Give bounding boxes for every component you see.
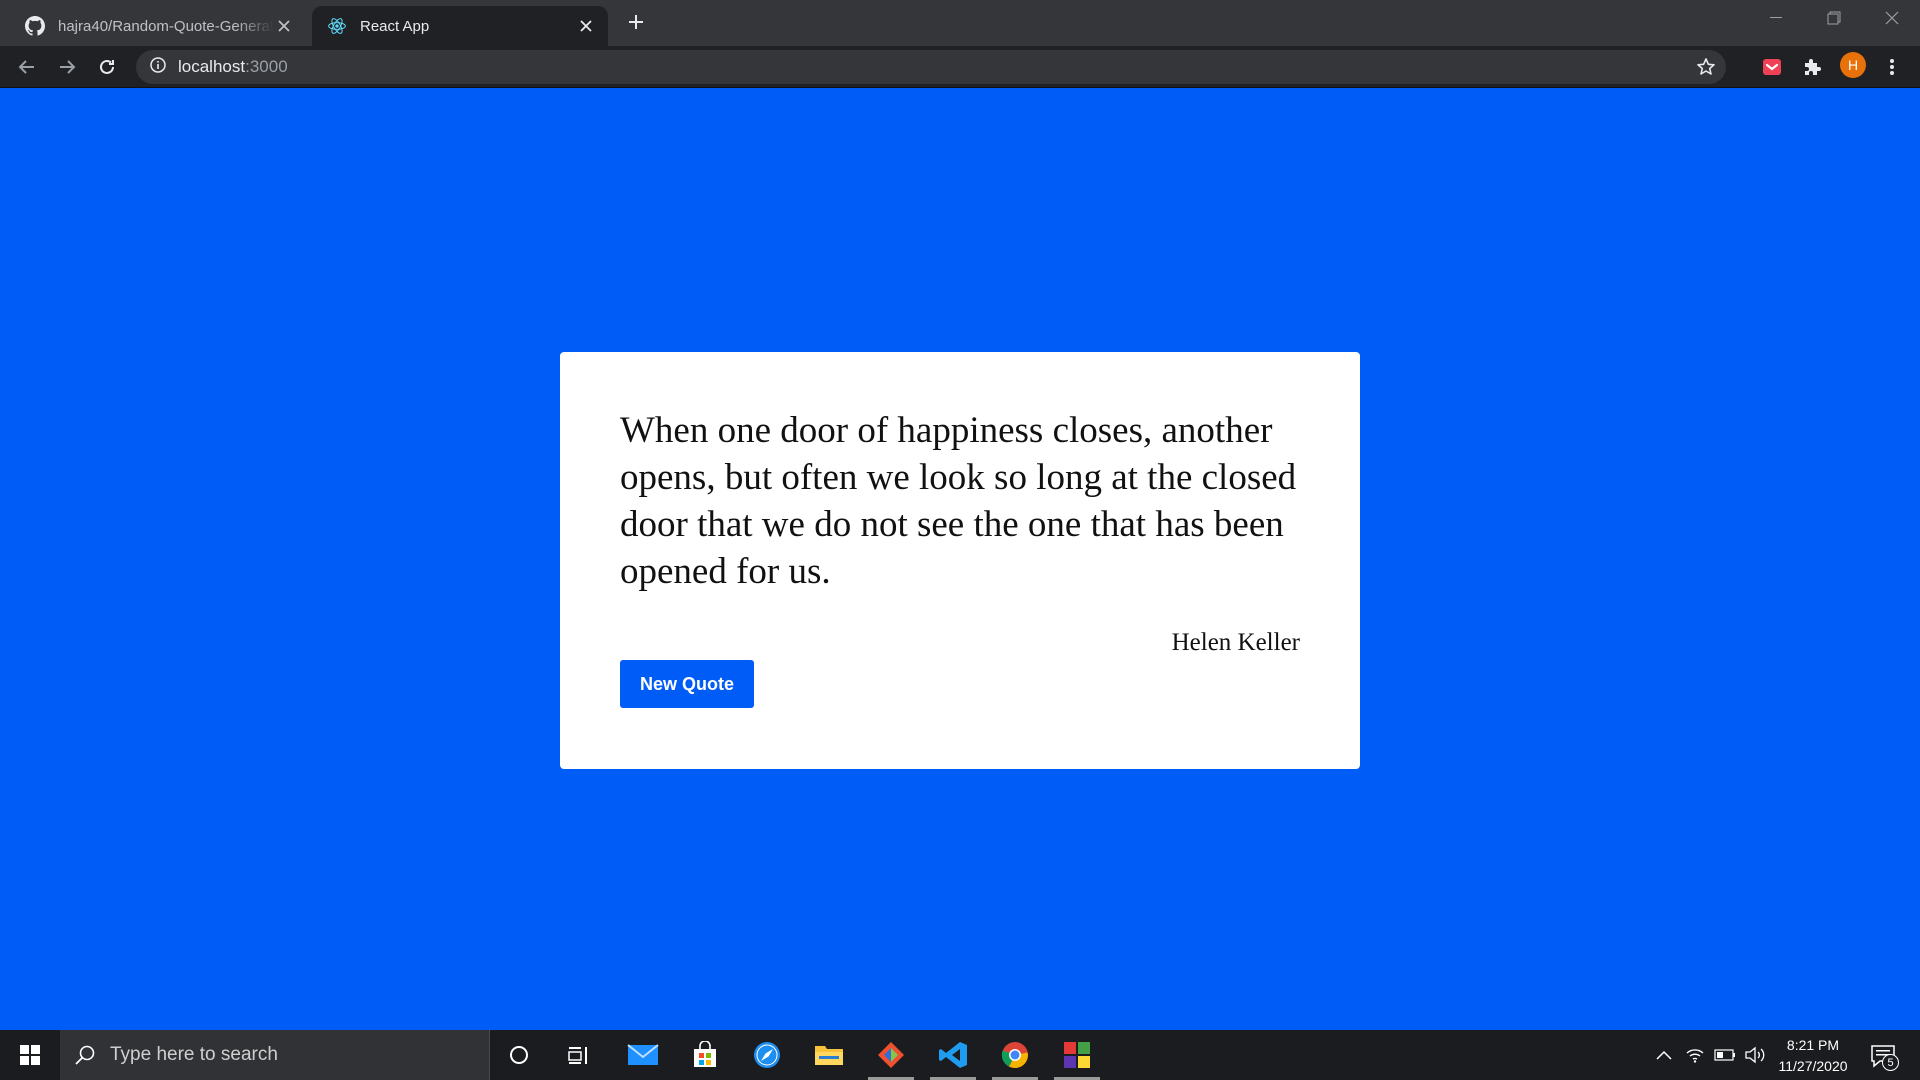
- windows-taskbar: Type here to search 8:21 PM 11/27/2020: [0, 1030, 1920, 1080]
- arrow-right-icon: [60, 60, 76, 74]
- task-view-icon[interactable]: [548, 1030, 610, 1080]
- mail-icon[interactable]: [612, 1030, 674, 1080]
- arrow-left-icon: [18, 60, 34, 74]
- browser-toolbar: localhost:3000: [0, 46, 1920, 88]
- search-icon: [75, 1045, 95, 1065]
- plus-icon: [629, 15, 643, 29]
- office-icon[interactable]: [1046, 1030, 1108, 1080]
- profile-avatar[interactable]: H: [1840, 52, 1866, 78]
- store-icon[interactable]: [674, 1030, 736, 1080]
- new-quote-button[interactable]: New Quote: [620, 660, 754, 708]
- address-bar[interactable]: localhost:3000: [136, 50, 1726, 84]
- tab-title: React App: [360, 17, 430, 35]
- taskbar-clock[interactable]: 8:21 PM 11/27/2020: [1770, 1035, 1856, 1077]
- chrome-icon[interactable]: [984, 1030, 1046, 1080]
- minimize-button[interactable]: [1748, 0, 1804, 36]
- git-icon[interactable]: [860, 1030, 922, 1080]
- new-tab-button[interactable]: [624, 10, 648, 34]
- github-icon: [24, 15, 46, 37]
- extensions-puzzle-icon[interactable]: [1800, 55, 1824, 79]
- clock-time: 8:21 PM: [1786, 1037, 1840, 1053]
- wifi-icon[interactable]: [1682, 1030, 1708, 1080]
- start-button[interactable]: [0, 1030, 60, 1080]
- close-tab-icon[interactable]: [576, 16, 596, 36]
- chrome-menu-icon[interactable]: [1880, 55, 1904, 79]
- reload-icon: [100, 59, 114, 74]
- browser-tab-strip: hajra40/Random-Quote-Generator React App: [0, 0, 1920, 46]
- clock-date: 11/27/2020: [1778, 1058, 1848, 1074]
- windows-logo-icon: [20, 1045, 40, 1065]
- cortana-icon[interactable]: [488, 1030, 550, 1080]
- reload-button[interactable]: [92, 52, 122, 82]
- site-info-icon[interactable]: [150, 56, 166, 78]
- back-button[interactable]: [12, 52, 42, 82]
- file-explorer-icon[interactable]: [798, 1030, 860, 1080]
- url-text[interactable]: localhost:3000: [178, 57, 288, 77]
- show-hidden-icons-chevron-icon[interactable]: [1652, 1030, 1676, 1080]
- close-window-button[interactable]: [1864, 0, 1920, 36]
- tab-github[interactable]: hajra40/Random-Quote-Generator: [10, 6, 306, 46]
- volume-icon[interactable]: [1742, 1030, 1768, 1080]
- bookmark-star-icon[interactable]: [1696, 57, 1716, 77]
- url-port: :3000: [245, 57, 288, 76]
- quote-text: When one door of happiness closes, anoth…: [620, 410, 1297, 592]
- notification-count-badge: 5: [1882, 1054, 1899, 1071]
- tab-react-app[interactable]: React App: [312, 6, 608, 46]
- safari-icon[interactable]: [736, 1030, 798, 1080]
- pocket-extension-icon[interactable]: [1760, 55, 1784, 79]
- search-placeholder: Type here to search: [110, 1044, 278, 1065]
- react-icon: [326, 15, 348, 37]
- close-tab-icon[interactable]: [274, 16, 294, 36]
- battery-icon[interactable]: [1712, 1030, 1738, 1080]
- forward-button[interactable]: [52, 52, 82, 82]
- restore-button[interactable]: [1806, 0, 1862, 36]
- vscode-icon[interactable]: [922, 1030, 984, 1080]
- tab-title: hajra40/Random-Quote-Generator: [58, 17, 274, 35]
- quote-author: Helen Keller: [1171, 629, 1300, 656]
- taskbar-search-box[interactable]: Type here to search: [60, 1030, 490, 1080]
- quote-box: When one door of happiness closes, anoth…: [560, 352, 1360, 769]
- url-host: localhost: [178, 57, 246, 76]
